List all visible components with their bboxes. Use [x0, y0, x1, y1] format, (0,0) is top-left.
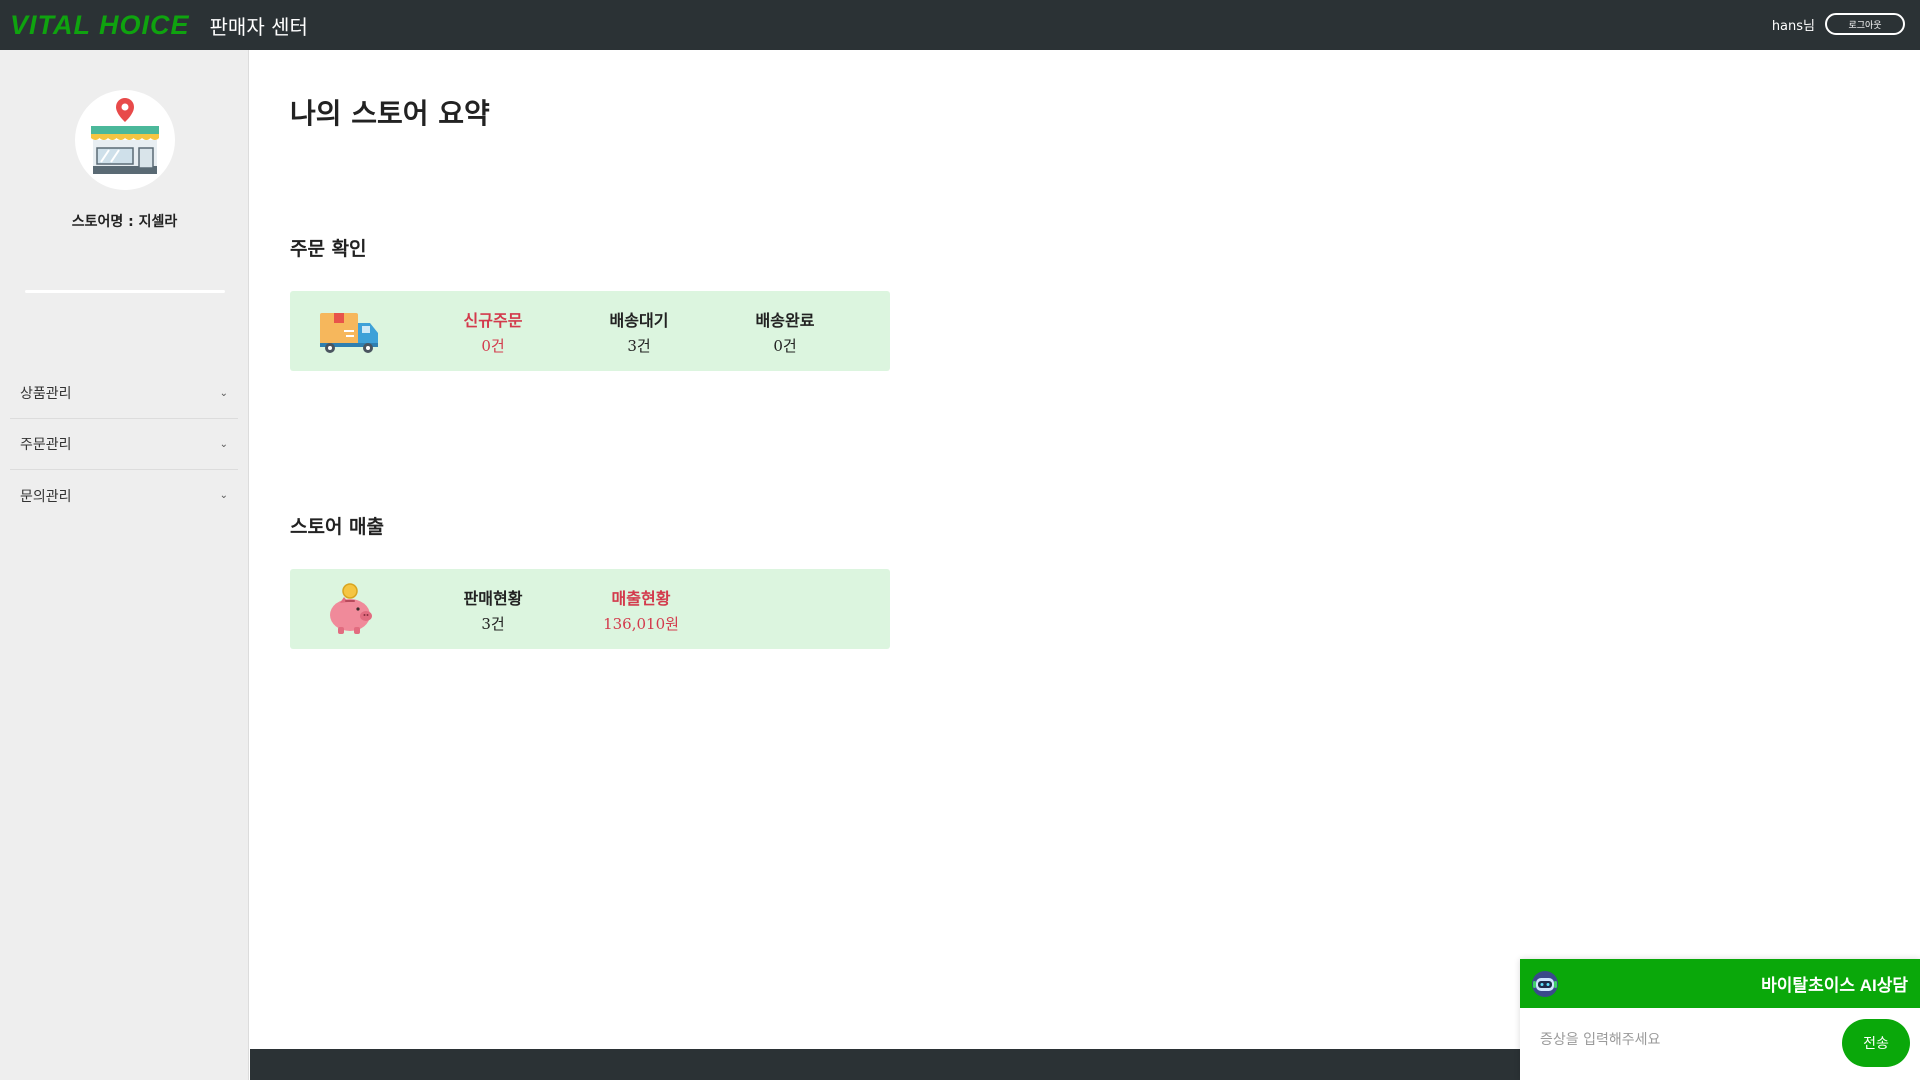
store-icon: [91, 98, 159, 174]
stat-label: 신규주문: [463, 311, 523, 330]
seller-center-title: 판매자 센터: [209, 14, 308, 39]
delivered-stat[interactable]: 배송완료 0건: [735, 307, 835, 356]
stat-label: 매출현황: [611, 589, 671, 608]
piggy-bank-icon: [330, 583, 372, 634]
sidebar-item-product-management[interactable]: 상품관리 ⌄: [10, 368, 238, 419]
sidebar-item-order-management[interactable]: 주문관리 ⌄: [10, 419, 238, 470]
symptom-input[interactable]: [1530, 1024, 1820, 1056]
user-area: hans님 로그아웃: [1772, 13, 1905, 35]
chevron-down-icon: ⌄: [219, 387, 228, 399]
ai-chat-widget: 바이탈초이스 AI상담 전송: [1520, 959, 1920, 1080]
page-title: 나의 스토어 요약: [290, 97, 490, 130]
user-name: hans님: [1771, 18, 1815, 34]
sidebar-item-label: 주문관리: [20, 437, 72, 453]
sidebar-divider: [25, 290, 225, 293]
chat-header[interactable]: 바이탈초이스 AI상담: [1520, 959, 1920, 1008]
chevron-down-icon: ⌄: [219, 490, 228, 501]
store-avatar: [75, 90, 175, 190]
revenue-stat[interactable]: 매출현황 136,010원: [591, 585, 691, 634]
robot-icon: [1532, 970, 1558, 997]
brand-logo[interactable]: VITAL HOICE: [10, 10, 190, 41]
stat-label: 배송대기: [609, 311, 669, 330]
sales-summary-card: 판매현황 3건 매출현황 136,010원: [290, 569, 890, 649]
stat-value: 136,010원: [603, 615, 679, 633]
stat-value: 0건: [773, 337, 797, 355]
sidebar: 스토어명 : 지셀라 상품관리 ⌄ 주문관리 ⌄ 문의관리 ⌄: [0, 50, 249, 1080]
chat-title: 바이탈초이스 AI상담: [1761, 976, 1908, 995]
stat-value: 0건: [481, 337, 505, 355]
logo-text-choice: HOICE: [99, 9, 190, 40]
top-navigation-bar: VITAL HOICE 판매자 센터 hans님 로그아웃: [0, 0, 1920, 50]
new-orders-stat[interactable]: 신규주문 0건: [443, 307, 543, 356]
sidebar-item-inquiry-management[interactable]: 문의관리 ⌄: [10, 470, 238, 521]
chat-body: 전송: [1520, 1008, 1920, 1080]
stat-value: 3건: [481, 615, 505, 633]
chevron-down-icon: ⌄: [219, 438, 228, 450]
sidebar-item-label: 상품관리: [20, 386, 72, 402]
sidebar-item-label: 문의관리: [20, 488, 72, 505]
sales-count-stat[interactable]: 판매현황 3건: [443, 585, 543, 634]
store-name-label: 스토어명 : 지셀라: [71, 214, 178, 230]
stat-label: 판매현황: [463, 589, 523, 608]
logout-button[interactable]: 로그아웃: [1825, 13, 1905, 35]
logo-text-vital: VITAL: [10, 9, 91, 40]
awaiting-shipment-stat[interactable]: 배송대기 3건: [589, 307, 689, 356]
orders-summary-card: 신규주문 0건 배송대기 3건 배송완료 0건: [290, 291, 890, 371]
delivery-truck-icon: [320, 313, 378, 353]
stat-label: 배송완료: [755, 311, 815, 330]
sales-section-title: 스토어 매출: [290, 516, 385, 538]
stat-value: 3건: [627, 337, 651, 355]
send-button[interactable]: 전송: [1842, 1019, 1910, 1067]
sidebar-menu: 상품관리 ⌄ 주문관리 ⌄ 문의관리 ⌄: [10, 368, 238, 521]
orders-section-title: 주문 확인: [290, 238, 367, 260]
